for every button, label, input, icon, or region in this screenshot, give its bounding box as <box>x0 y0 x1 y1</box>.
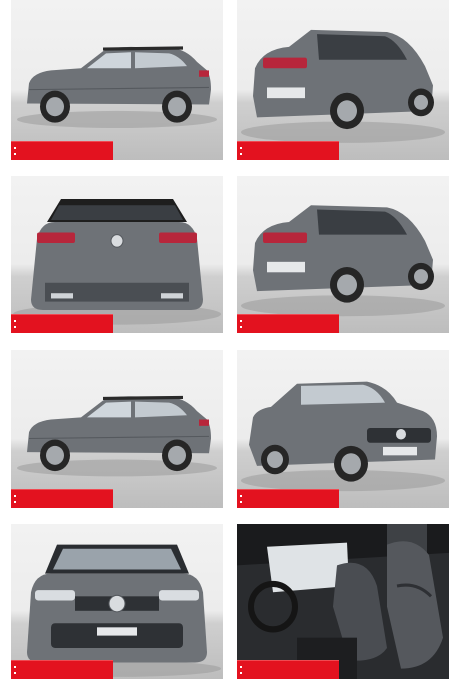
red-badge <box>237 489 339 508</box>
car-photo <box>237 0 449 160</box>
car-photo <box>11 524 223 679</box>
red-badge <box>11 141 113 160</box>
red-badge <box>237 141 339 160</box>
car-photo <box>11 0 223 160</box>
red-badge <box>11 314 113 333</box>
red-badge <box>237 660 339 679</box>
gallery-image-5[interactable] <box>11 350 223 508</box>
car-photo <box>237 176 449 333</box>
gallery-image-7[interactable] <box>11 524 223 679</box>
gallery-image-8[interactable] <box>237 524 449 679</box>
gallery-image-2[interactable] <box>237 0 449 160</box>
red-badge <box>11 660 113 679</box>
gallery-image-6[interactable] <box>237 350 449 508</box>
car-photo <box>11 176 223 333</box>
gallery-image-3[interactable] <box>11 176 223 333</box>
car-photo <box>237 350 449 508</box>
red-badge <box>11 489 113 508</box>
car-photo <box>11 350 223 508</box>
red-badge <box>237 314 339 333</box>
interior-photo <box>237 524 449 679</box>
gallery-image-1[interactable] <box>11 0 223 160</box>
gallery-image-4[interactable] <box>237 176 449 333</box>
